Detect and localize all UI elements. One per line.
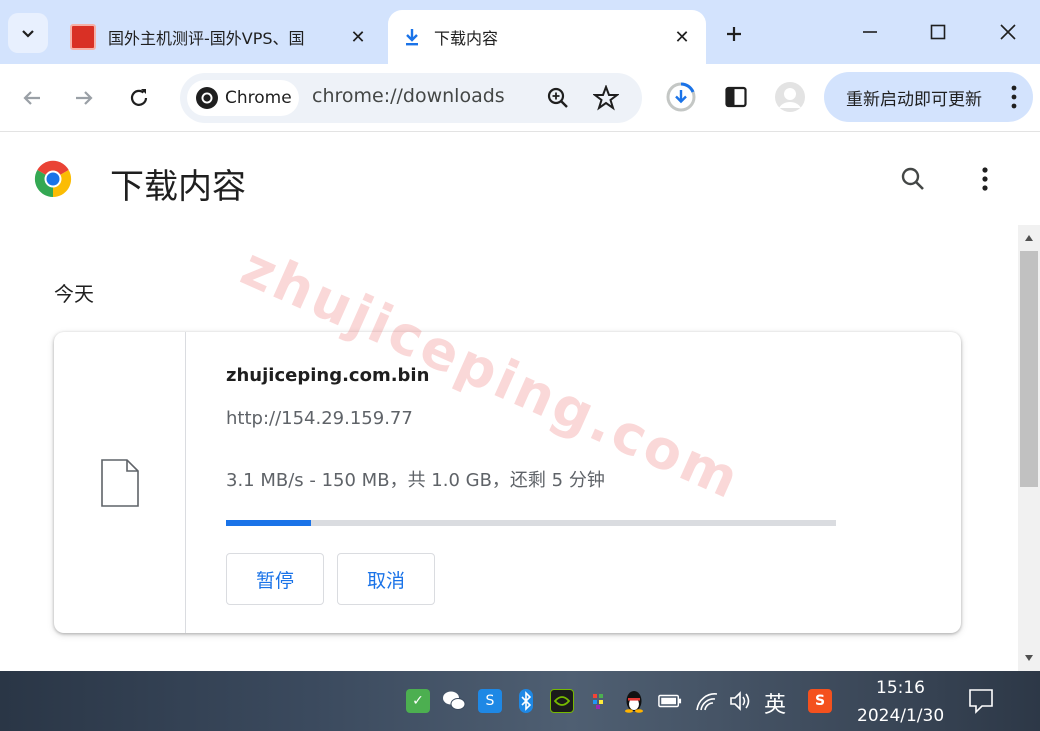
url-text[interactable]: chrome://downloads (312, 85, 505, 107)
sync-app-icon[interactable]: S (478, 689, 502, 713)
download-progress-bar (226, 520, 836, 526)
site-favicon-icon (70, 24, 96, 50)
file-name-link[interactable]: zhujiceping.com.bin (226, 365, 429, 386)
downloads-button[interactable] (663, 78, 699, 116)
battery-glyph-icon (658, 694, 682, 708)
tab-title: 下载内容 (434, 29, 499, 48)
taskbar: ✓ S 英 S 15:16 2024/1/30 (0, 671, 1040, 731)
tab-close-icon[interactable]: ✕ (348, 27, 368, 48)
kebab-menu-icon (982, 167, 988, 191)
triangle-up-icon (1025, 235, 1033, 241)
cancel-button[interactable]: 取消 (337, 553, 435, 605)
page-scrollbar[interactable] (1018, 225, 1040, 671)
download-icon (406, 29, 418, 46)
relaunch-to-update-button[interactable]: 重新启动即可更新 (824, 72, 1033, 122)
file-icon-column (54, 332, 186, 633)
back-button[interactable] (14, 80, 50, 116)
bookmark-button[interactable] (590, 82, 622, 114)
bluetooth-icon[interactable] (514, 689, 538, 713)
more-actions-button[interactable] (967, 161, 1003, 197)
minimize-button[interactable] (852, 14, 888, 50)
source-url-link[interactable]: http://154.29.159.77 (226, 408, 413, 429)
avatar-icon (775, 82, 805, 112)
triangle-down-icon (1025, 655, 1033, 661)
penguin-icon (625, 691, 643, 713)
download-status-text: 3.1 MB/s - 150 MB，共 1.0 GB，还剩 5 分钟 (226, 470, 605, 491)
security-check-icon[interactable]: ✓ (406, 689, 430, 713)
dots-grid-icon (593, 694, 603, 709)
reload-icon (130, 89, 148, 106)
speaker-icon (730, 691, 750, 711)
new-tab-button[interactable] (718, 18, 750, 50)
volume-icon[interactable] (729, 689, 753, 713)
kebab-menu-icon[interactable] (1011, 85, 1017, 109)
progress-fill (226, 520, 312, 526)
chevron-down-icon (22, 30, 34, 38)
forward-button[interactable] (66, 80, 102, 116)
downloads-header: 下载内容 (0, 133, 1040, 225)
profile-button[interactable] (772, 78, 808, 116)
address-bar[interactable]: Chrome chrome://downloads (180, 73, 642, 123)
chip-label: Chrome (225, 88, 292, 108)
search-downloads-button[interactable] (895, 161, 931, 197)
chrome-logo-icon (34, 160, 72, 198)
search-icon (901, 167, 924, 190)
relaunch-label: 重新启动即可更新 (846, 89, 982, 110)
pause-button[interactable]: 暂停 (226, 553, 324, 605)
battery-icon[interactable] (658, 689, 682, 713)
downloads-list: 今天 zhujiceping.com.bin http://154.29.159… (0, 225, 1018, 671)
side-panel-icon (725, 86, 747, 108)
browser-toolbar: Chrome chrome://downloads 重新启动即可更新 (0, 64, 1040, 132)
zoom-icon (547, 87, 568, 108)
zoom-button[interactable] (542, 82, 574, 114)
plus-icon (727, 27, 741, 41)
tab-zhujiceping[interactable]: 国外主机测评-国外VPS、国 ✕ (56, 10, 382, 64)
maximize-button[interactable] (920, 14, 956, 50)
reload-button[interactable] (121, 80, 157, 116)
qq-icon[interactable] (622, 689, 646, 713)
date-group-label: 今天 (54, 282, 94, 306)
bluetooth-glyph-icon (519, 689, 533, 713)
tab-downloads[interactable]: 下载内容 ✕ (388, 10, 706, 64)
clock-date[interactable]: 2024/1/30 (857, 706, 944, 726)
sogou-ime-icon[interactable]: S (808, 689, 832, 713)
notification-icon[interactable] (968, 688, 994, 714)
wifi-glyph-icon (696, 693, 718, 711)
page-title: 下载内容 (110, 167, 246, 207)
download-progress-icon (666, 82, 696, 112)
chrome-icon (196, 87, 218, 109)
wechat-glyph-icon (443, 691, 466, 710)
tab-title: 国外主机测评-国外VPS、国 (108, 29, 305, 48)
tab-close-icon[interactable]: ✕ (672, 27, 692, 48)
close-icon (1000, 24, 1016, 40)
tab-strip: 国外主机测评-国外VPS、国 ✕ 下载内容 ✕ (0, 0, 1040, 64)
arrow-left-icon (23, 91, 40, 105)
clock-time[interactable]: 15:16 (876, 678, 925, 698)
site-info-chip[interactable]: Chrome (187, 80, 299, 116)
file-icon (100, 458, 139, 507)
scroll-up-button[interactable] (1022, 231, 1036, 245)
side-panel-button[interactable] (718, 78, 754, 116)
arrow-right-icon (76, 91, 93, 105)
close-window-button[interactable] (990, 14, 1026, 50)
star-icon (593, 85, 619, 111)
nvidia-icon[interactable] (550, 689, 574, 713)
minimize-icon (863, 31, 877, 33)
maximize-icon (930, 24, 946, 40)
color-app-icon[interactable] (586, 689, 610, 713)
tab-search-button[interactable] (8, 13, 48, 53)
input-method-indicator[interactable]: 英 (764, 687, 786, 719)
scroll-thumb[interactable] (1020, 251, 1038, 487)
nvidia-glyph-icon (554, 696, 570, 706)
wifi-icon[interactable] (695, 689, 719, 713)
scroll-down-button[interactable] (1022, 651, 1036, 665)
wechat-icon[interactable] (442, 689, 466, 713)
